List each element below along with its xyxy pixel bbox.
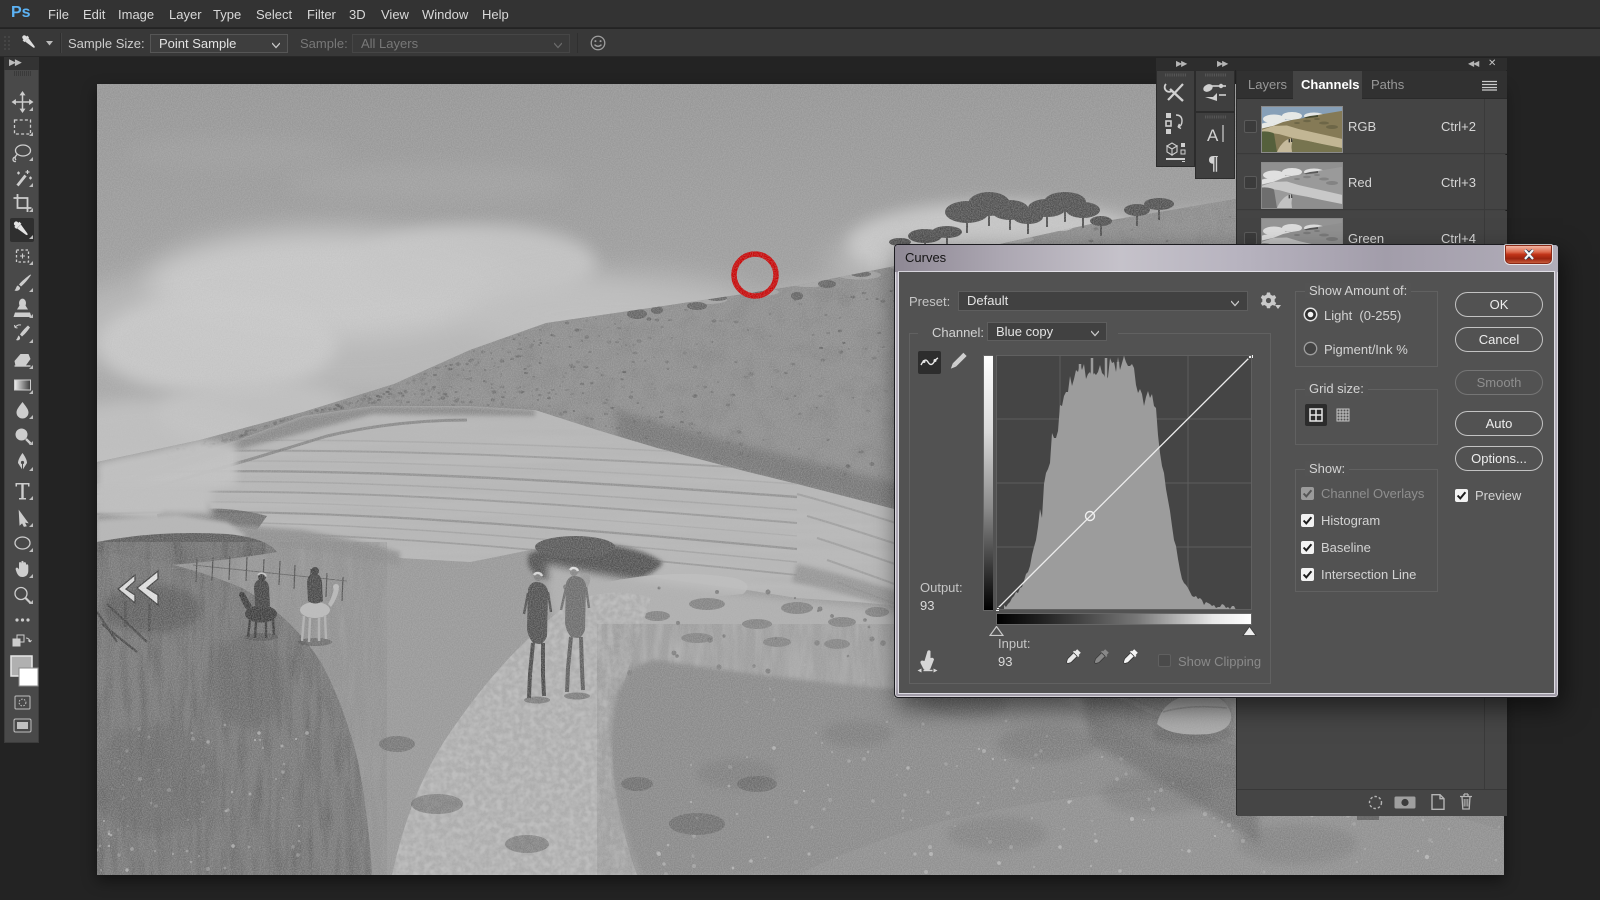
svg-text:A: A bbox=[1207, 126, 1219, 145]
svg-text:¶: ¶ bbox=[1208, 152, 1219, 174]
